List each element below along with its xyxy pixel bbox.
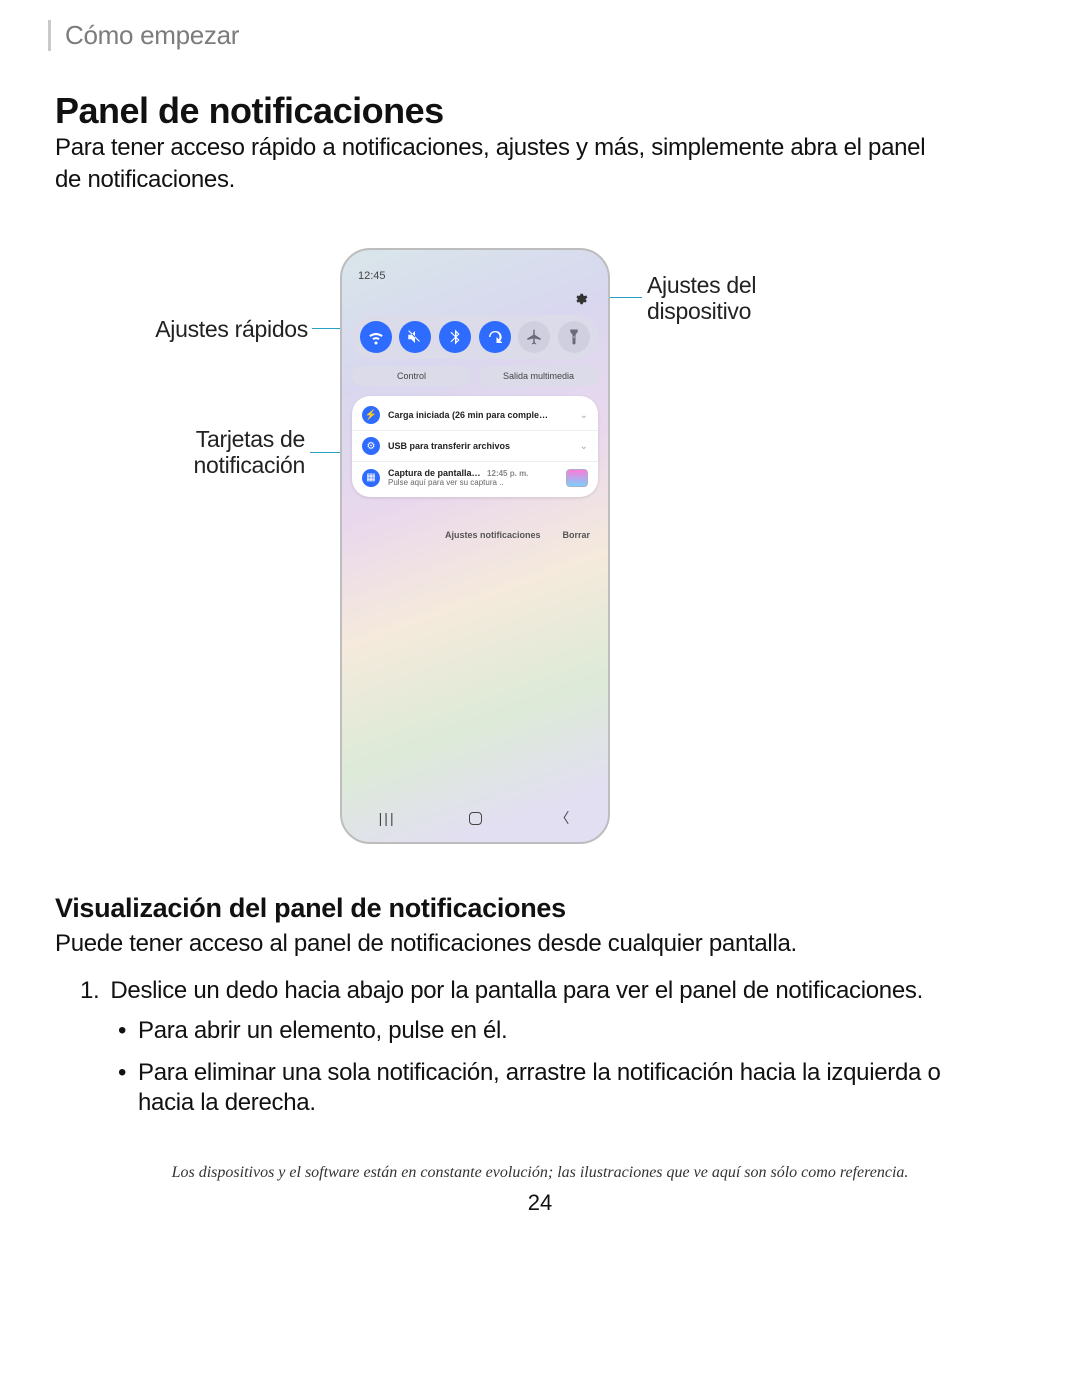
home-icon[interactable]	[469, 812, 482, 825]
pill-media-output[interactable]: Salida multimedia	[479, 366, 598, 386]
sub-text: Puede tener acceso al panel de notificac…	[55, 930, 797, 958]
flashlight-icon[interactable]	[558, 321, 590, 353]
wifi-icon[interactable]	[360, 321, 392, 353]
page-title: Panel de notificaciones	[55, 90, 444, 132]
intro-text: Para tener acceso rápido a notificacione…	[55, 132, 935, 196]
pill-control[interactable]: Control	[352, 366, 471, 386]
notification-card[interactable]: ⚙ USB para transferir archivos ⌄	[352, 431, 598, 462]
status-time: 12:45	[358, 270, 386, 282]
chevron-down-icon[interactable]: ⌄	[580, 441, 588, 452]
step-list: 1. Deslice un dedo hacia abajo por la pa…	[80, 976, 960, 1130]
bolt-icon: ⚡	[362, 406, 380, 424]
phone-nav: ||| 〈	[342, 808, 608, 828]
mute-icon[interactable]	[399, 321, 431, 353]
bluetooth-icon[interactable]	[439, 321, 471, 353]
page-number: 24	[0, 1190, 1080, 1216]
figure: Ajustes rápidos Ajustes del dispositivo …	[0, 248, 1080, 868]
callout-notification-cards: Tarjetas de notificación	[135, 426, 305, 478]
breadcrumb: Cómo empezar	[48, 20, 239, 51]
back-icon[interactable]: 〈	[555, 808, 571, 828]
notification-card[interactable]: ▦ Captura de pantalla… 12:45 p. m. Pulse…	[352, 462, 598, 493]
callout-quick-settings: Ajustes rápidos	[100, 316, 308, 342]
phone-mock: 12:45 Control S	[340, 248, 610, 844]
gear-small-icon: ⚙	[362, 437, 380, 455]
quick-settings-row	[352, 315, 598, 359]
list-item: 1. Deslice un dedo hacia abajo por la pa…	[80, 976, 960, 1006]
list-item: Para abrir un elemento, pulse en él.	[118, 1016, 960, 1046]
disclaimer-text: Los dispositivos y el software están en …	[0, 1164, 1080, 1182]
notification-settings-link[interactable]: Ajustes notificaciones	[445, 530, 541, 540]
clear-button[interactable]: Borrar	[562, 530, 590, 540]
rotate-icon[interactable]	[479, 321, 511, 353]
image-icon: ▦	[362, 469, 380, 487]
notification-cards: ⚡ Carga iniciada (26 min para comple… ⌄ …	[352, 396, 598, 497]
chevron-down-icon[interactable]: ⌄	[580, 410, 588, 421]
airplane-icon[interactable]	[518, 321, 550, 353]
sub-heading: Visualización del panel de notificacione…	[55, 893, 566, 924]
notification-card[interactable]: ⚡ Carga iniciada (26 min para comple… ⌄	[352, 400, 598, 431]
callout-device-settings: Ajustes del dispositivo	[647, 272, 847, 324]
screenshot-thumb	[566, 469, 588, 487]
recent-apps-icon[interactable]: |||	[379, 810, 396, 826]
list-item: Para eliminar una sola notificación, arr…	[118, 1058, 960, 1118]
gear-icon[interactable]	[574, 292, 588, 306]
